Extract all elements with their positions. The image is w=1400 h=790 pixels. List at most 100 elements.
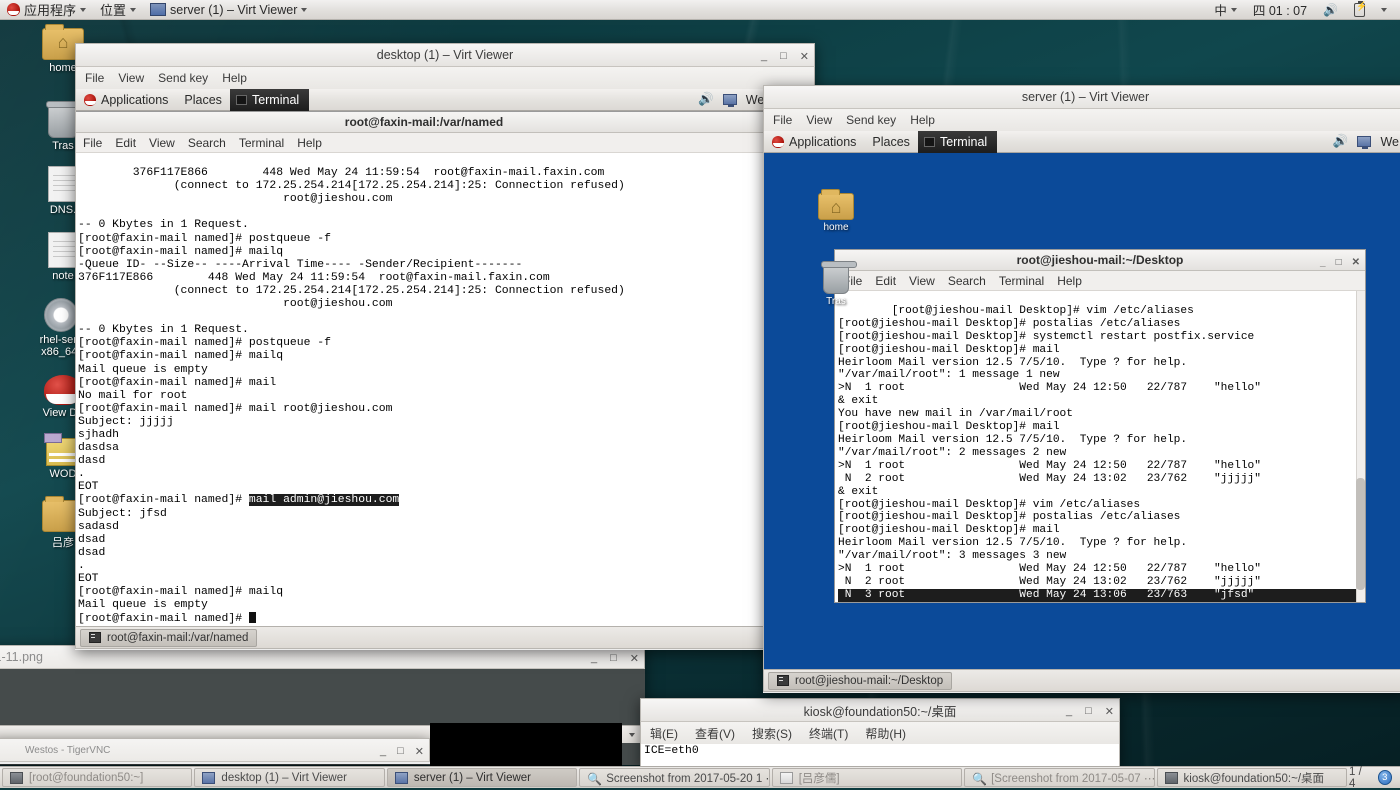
taskbar-item-screenshot-2017-05-07[interactable]: 🔍 [Screenshot from 2017-05-07 ⋯ [964, 768, 1154, 787]
menu-send-key[interactable]: Send key [846, 113, 896, 127]
menu-file[interactable]: File [85, 71, 104, 85]
menu-view[interactable]: View [909, 274, 935, 288]
vm-window-tab-terminal[interactable]: Terminal [230, 89, 309, 111]
active-window-menu[interactable]: server (1) – Virt Viewer [143, 0, 314, 20]
menu-search[interactable]: 搜索(S) [752, 725, 792, 742]
vm-taskbar-item-terminal[interactable]: root@jieshou-mail:~/Desktop [768, 672, 952, 690]
jieshou-highlighted-message[interactable]: N 3 root Wed May 24 13:06 23/763 "jfsd" [838, 589, 1363, 602]
vm-desktop-icon-home[interactable]: home [806, 193, 866, 233]
menu-help[interactable]: Help [1057, 274, 1082, 288]
workspace-indicator-label[interactable]: 1 / 4 [1349, 766, 1371, 790]
faxin-selected-command[interactable]: mail admin@jieshou.com [249, 494, 399, 506]
minimize-icon[interactable]: _ [761, 50, 767, 62]
server-vm-screen[interactable]: Applications Places Terminal 🔊 We home T… [763, 131, 1400, 692]
minimize-icon[interactable]: _ [591, 652, 597, 664]
menu-terminal[interactable]: 终端(T) [809, 725, 848, 742]
menu-help[interactable]: Help [910, 113, 935, 127]
close-icon[interactable]: ✕ [1352, 257, 1360, 268]
taskbar-item-cjk-document[interactable]: [吕彦儒] [772, 768, 962, 787]
taskbar-item-kiosk-foundation50[interactable]: kiosk@foundation50:~/桌面 [1157, 768, 1347, 787]
vm-places-menu[interactable]: Places [864, 131, 918, 153]
menu-help[interactable]: Help [297, 136, 322, 150]
menu-search[interactable]: Search [188, 136, 226, 150]
volume-icon[interactable]: 🔊 [1316, 0, 1345, 20]
vm-places-menu[interactable]: Places [176, 89, 230, 111]
maximize-icon[interactable]: □ [780, 50, 787, 62]
close-icon[interactable]: ✕ [1105, 705, 1114, 718]
menu-file[interactable]: File [773, 113, 792, 127]
menu-edit[interactable]: 辑(E) [650, 725, 678, 742]
minimize-icon[interactable]: _ [1320, 257, 1326, 268]
vm-network-icon[interactable] [1357, 136, 1371, 147]
input-method-indicator[interactable]: 中 [1207, 0, 1244, 20]
maximize-icon[interactable]: □ [610, 652, 617, 664]
places-menu[interactable]: 位置 [93, 0, 143, 20]
workspace-badge[interactable]: 3 [1378, 770, 1393, 785]
close-icon[interactable]: ✕ [800, 50, 809, 63]
server-window-menubar[interactable]: File View Send key Help [763, 109, 1400, 131]
faxin-terminal-window[interactable]: root@faxin-mail:/var/named File Edit Vie… [75, 111, 774, 627]
menu-view[interactable]: View [806, 113, 832, 127]
menu-edit[interactable]: Edit [115, 136, 136, 150]
desktop-window-titlebar[interactable]: desktop (1) – Virt Viewer _ □ ✕ [75, 43, 815, 67]
jieshou-terminal-body[interactable]: [root@jieshou-mail Desktop]# vim /etc/al… [835, 291, 1365, 602]
desktop-window-menubar[interactable]: File View Send key Help [75, 67, 815, 89]
minimize-icon[interactable]: _ [380, 745, 386, 757]
maximize-icon[interactable]: □ [1085, 705, 1092, 717]
server-virt-viewer-window[interactable]: server (1) – Virt Viewer File View Send … [763, 85, 1400, 693]
kiosk-terminal-body[interactable]: ICE=eth0 [640, 744, 1120, 768]
jieshou-terminal-titlebar[interactable]: root@jieshou-mail:~/Desktop _ □ ✕ [835, 250, 1365, 271]
vm-volume-icon[interactable]: 🔊 [698, 92, 714, 107]
close-icon[interactable]: ✕ [630, 652, 639, 665]
window-controls[interactable]: _ □ ✕ [1320, 250, 1360, 274]
menu-terminal[interactable]: Terminal [239, 136, 284, 150]
scrollbar-thumb[interactable] [1356, 478, 1365, 590]
menu-search[interactable]: Search [948, 274, 986, 288]
vm-taskbar-item-terminal[interactable]: root@faxin-mail:/var/named [80, 629, 257, 647]
system-menu[interactable] [1374, 0, 1394, 20]
window-controls[interactable]: _ □ ✕ [761, 44, 809, 68]
applications-menu[interactable]: 应用程序 [0, 0, 93, 20]
faxin-terminal-menubar[interactable]: File Edit View Search Terminal Help [75, 133, 773, 153]
maximize-icon[interactable]: □ [397, 745, 404, 757]
kiosk-menubar[interactable]: 辑(E) 查看(V) 搜索(S) 终端(T) 帮助(H) [640, 722, 1120, 744]
menu-edit[interactable]: Edit [875, 274, 896, 288]
faxin-terminal-body[interactable]: 376F117E866 448 Wed May 24 11:59:54 root… [75, 153, 773, 627]
jieshou-terminal-window[interactable]: root@jieshou-mail:~/Desktop _ □ ✕ File E… [834, 249, 1366, 603]
taskbar-item-screenshot-2017-05-20[interactable]: 🔍 Screenshot from 2017-05-20 1 ⋯ [579, 768, 769, 787]
menu-view[interactable]: View [149, 136, 175, 150]
desktop-vm-screen[interactable]: Applications Places Terminal 🔊 Wed 13:07… [75, 89, 815, 649]
tigervnc-titlebar[interactable]: Westos - TigerVNC _ □ ✕ [0, 738, 430, 762]
vm-volume-icon[interactable]: 🔊 [1333, 134, 1349, 149]
tigervnc-inner-window[interactable]: Westos - TigerVNC _ □ ✕ [0, 738, 430, 764]
taskbar-item-server-virt-viewer[interactable]: server (1) – Virt Viewer [387, 768, 577, 787]
kiosk-terminal-window[interactable]: kiosk@foundation50:~/桌面 _ □ ✕ 辑(E) 查看(V)… [640, 698, 1120, 768]
kiosk-titlebar[interactable]: kiosk@foundation50:~/桌面 _ □ ✕ [640, 698, 1120, 722]
vm-clock-label[interactable]: We [1380, 135, 1399, 149]
desktop-virt-viewer-window[interactable]: desktop (1) – Virt Viewer _ □ ✕ File Vie… [75, 43, 815, 650]
terminal-scrollbar[interactable] [1356, 291, 1365, 602]
vm-applications-menu[interactable]: Applications [764, 131, 864, 153]
vm-applications-menu[interactable]: Applications [76, 89, 176, 111]
vm-window-tab-terminal[interactable]: Terminal [918, 131, 997, 153]
taskbar-item-root-foundation50[interactable]: [root@foundation50:~] [2, 768, 192, 787]
server-window-titlebar[interactable]: server (1) – Virt Viewer [763, 85, 1400, 109]
menu-send-key[interactable]: Send key [158, 71, 208, 85]
window-controls[interactable]: _ □ ✕ [380, 739, 424, 763]
battery-icon[interactable] [1347, 0, 1372, 20]
menu-help[interactable]: 帮助(H) [865, 725, 906, 742]
faxin-terminal-titlebar[interactable]: root@faxin-mail:/var/named [75, 112, 773, 133]
menu-view[interactable]: View [118, 71, 144, 85]
vm-network-icon[interactable] [723, 94, 737, 105]
menu-terminal[interactable]: Terminal [999, 274, 1044, 288]
menu-file[interactable]: File [83, 136, 102, 150]
window-controls[interactable]: _ □ ✕ [1066, 699, 1114, 723]
jieshou-terminal-menubar[interactable]: File Edit View Search Terminal Help [835, 271, 1365, 291]
taskbar-item-desktop-virt-viewer[interactable]: desktop (1) – Virt Viewer [194, 768, 384, 787]
minimize-icon[interactable]: _ [1066, 705, 1072, 717]
vm-desktop-icon-trash[interactable]: Tras [806, 264, 866, 307]
clock[interactable]: 四 01 : 07 [1246, 0, 1314, 20]
menu-help[interactable]: Help [222, 71, 247, 85]
maximize-icon[interactable]: □ [1336, 257, 1342, 268]
close-icon[interactable]: ✕ [415, 745, 424, 758]
